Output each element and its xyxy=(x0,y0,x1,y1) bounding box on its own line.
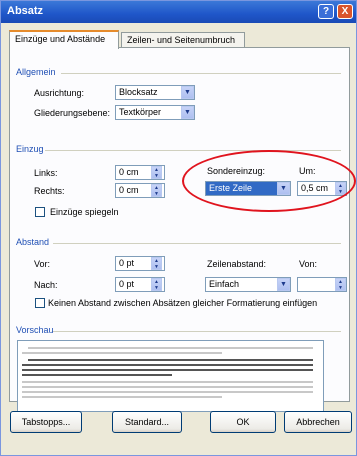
alignment-label: Ausrichtung: xyxy=(34,88,85,98)
title-bar[interactable]: Absatz ? X xyxy=(1,1,356,23)
preview-text-line xyxy=(22,396,222,398)
spacing-after-value: 0 pt xyxy=(119,279,135,289)
chevron-down-icon[interactable]: ▼ xyxy=(181,106,194,119)
chevron-down-icon[interactable]: ▼ xyxy=(181,86,194,99)
spacing-before-label: Vor: xyxy=(34,259,51,269)
preview-text-line xyxy=(22,391,313,393)
indent-right-value: 0 cm xyxy=(119,185,139,195)
help-button[interactable]: ? xyxy=(318,4,334,19)
preview-text-line xyxy=(22,381,313,383)
spacing-at-label: Von: xyxy=(299,259,318,269)
preview-text-line xyxy=(22,386,313,388)
mirror-indents-label: Einzüge spiegeln xyxy=(50,207,119,217)
spacing-before-value: 0 pt xyxy=(119,258,135,268)
ok-button[interactable]: OK xyxy=(210,411,276,433)
section-preview-heading: Vorschau xyxy=(16,325,54,335)
indent-right-label: Rechts: xyxy=(34,186,65,196)
close-button[interactable]: X xyxy=(337,4,353,19)
default-button[interactable]: Standard... xyxy=(112,411,182,433)
preview-text-line xyxy=(22,369,313,371)
outline-level-value: Textkörper xyxy=(119,107,162,117)
indent-left-value: 0 cm xyxy=(119,167,139,177)
dialog-title: Absatz xyxy=(7,5,44,17)
chevron-down-icon[interactable]: ▼ xyxy=(277,278,290,291)
no-space-same-style-label: Keinen Abstand zwischen Absätzen gleiche… xyxy=(48,298,318,308)
section-general-heading: Allgemein xyxy=(16,67,56,77)
spin-updown-icon[interactable]: ▲ ▼ xyxy=(151,278,162,291)
line-spacing-value: Einfach xyxy=(209,279,240,289)
section-spacing-heading: Abstand xyxy=(16,237,50,247)
tab-indents-spacing[interactable]: Einzüge und Abstände xyxy=(9,30,119,49)
section-divider xyxy=(53,243,341,244)
spin-updown-icon[interactable]: ▲ ▼ xyxy=(151,166,162,179)
no-space-same-style-checkbox[interactable] xyxy=(35,298,45,308)
highlight-ellipse xyxy=(182,150,356,212)
alignment-value: Blocksatz xyxy=(119,87,158,97)
line-spacing-label: Zeilenabstand: xyxy=(207,259,267,269)
preview-text-line xyxy=(28,359,313,361)
preview-text-line xyxy=(28,347,313,349)
section-divider xyxy=(53,331,341,332)
spin-updown-icon[interactable]: ▲ ▼ xyxy=(151,257,162,270)
spacing-after-label: Nach: xyxy=(34,280,58,290)
tab-strip: Einzüge und Abstände Zeilen- und Seitenu… xyxy=(9,30,349,49)
section-indent-heading: Einzug xyxy=(16,144,44,154)
mirror-indents-checkbox[interactable] xyxy=(35,207,45,217)
preview-text-line xyxy=(22,374,172,376)
tab-stops-button[interactable]: Tabstopps... xyxy=(10,411,82,433)
tab-line-page-breaks[interactable]: Zeilen- und Seitenumbruch xyxy=(121,32,245,48)
indent-left-label: Links: xyxy=(34,168,58,178)
preview-text-line xyxy=(22,352,222,354)
spin-updown-icon[interactable]: ▲ ▼ xyxy=(151,184,162,197)
paragraph-dialog: Absatz ? X Einzüge und Abstände Zeilen- … xyxy=(0,0,357,456)
outline-level-label: Gliederungsebene: xyxy=(34,108,111,118)
section-divider xyxy=(61,73,341,74)
preview-box xyxy=(17,340,324,412)
cancel-button[interactable]: Abbrechen xyxy=(284,411,352,433)
preview-text-line xyxy=(22,364,313,366)
spin-updown-icon[interactable]: ▲ ▼ xyxy=(335,278,346,291)
